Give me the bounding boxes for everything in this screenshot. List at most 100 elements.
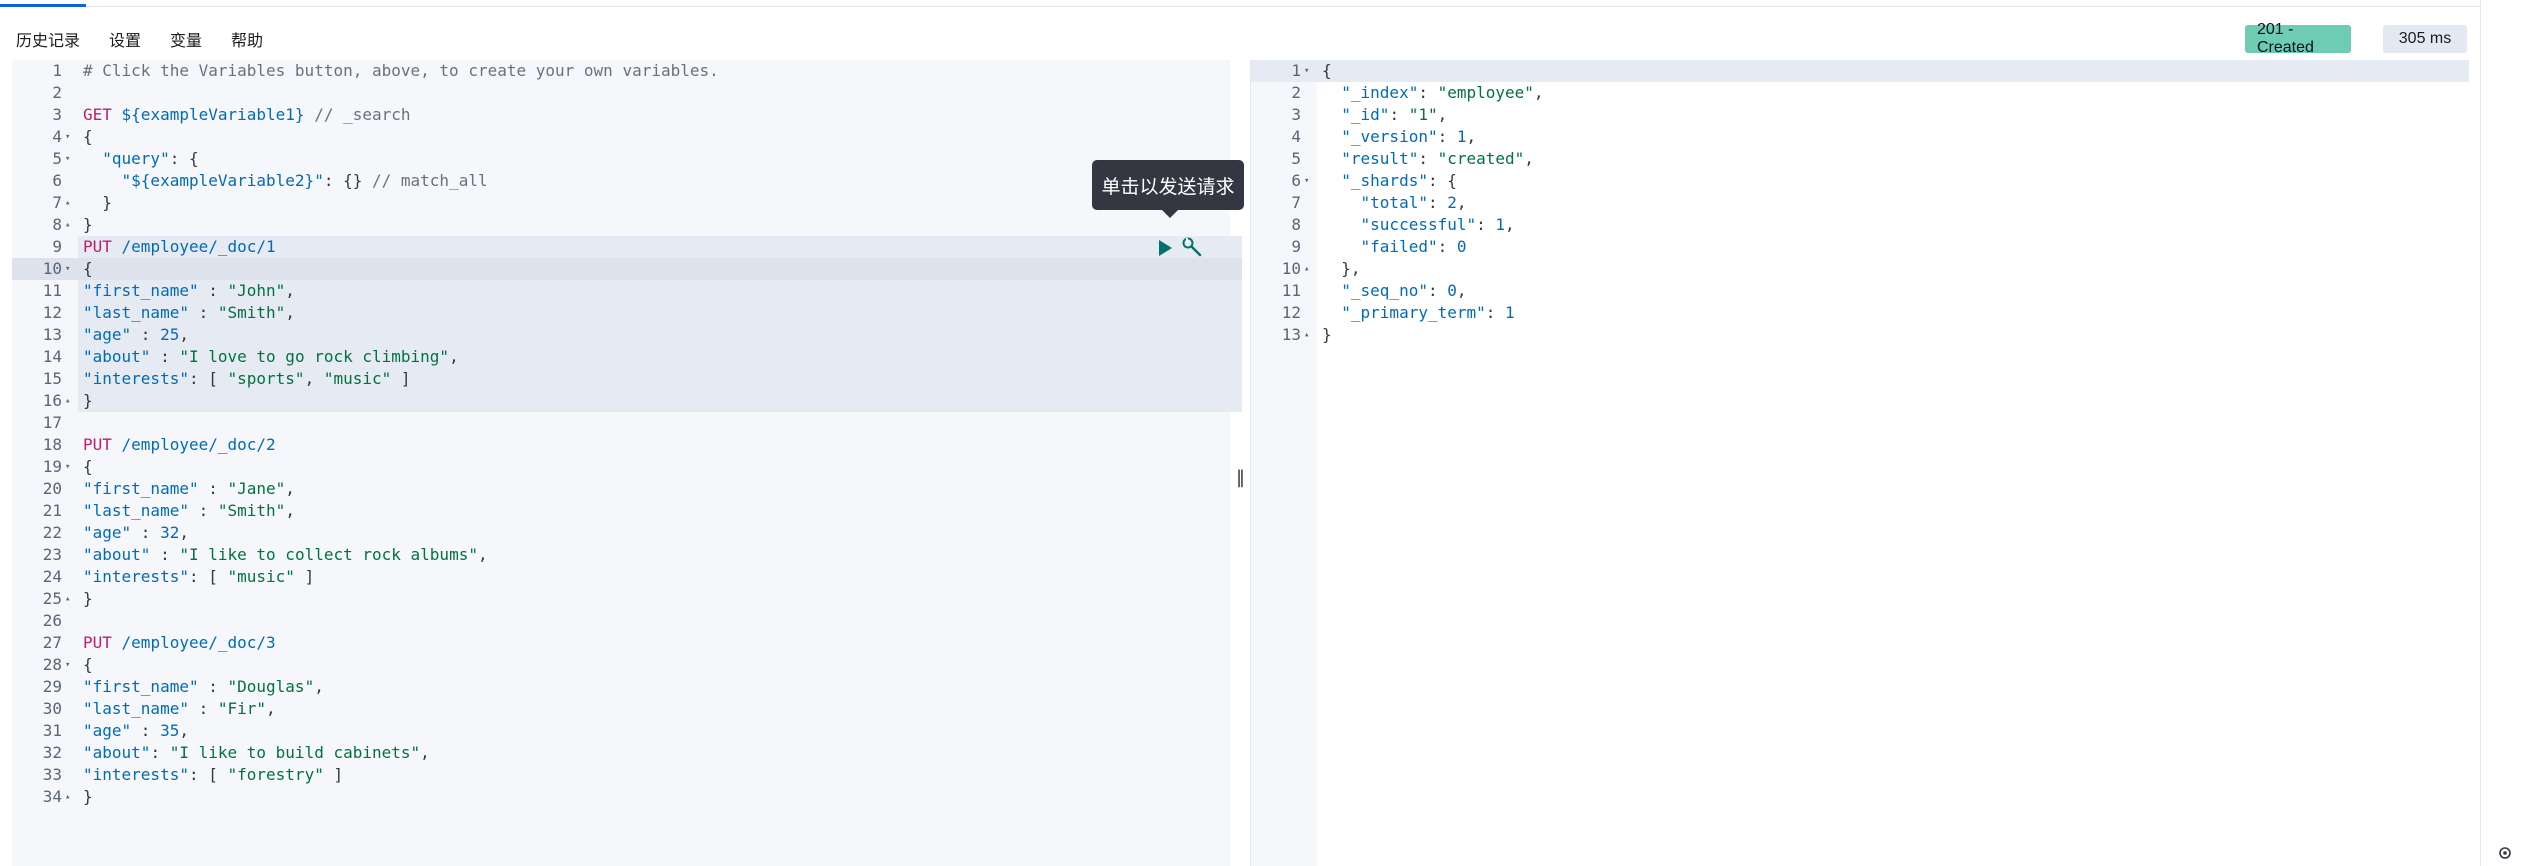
code-line[interactable]: 14 "about" : "I love to go rock climbing"…	[12, 346, 1230, 368]
code-line[interactable]: 15 "interests": [ "sports", "music" ]	[12, 368, 1230, 390]
code-line[interactable]: 3 "_id": "1",	[1251, 104, 2469, 126]
code-line[interactable]: 23 "about" : "I like to collect rock albu…	[12, 544, 1230, 566]
code-token: /employee/_doc/3	[111, 633, 276, 652]
code-line[interactable]: 12 "_primary_term": 1	[1251, 302, 2469, 324]
code-line[interactable]: 13 ▴}	[1251, 324, 2469, 346]
fold-end-icon[interactable]: ▴	[65, 214, 75, 236]
code-line[interactable]: 30 "last_name" : "Fir",	[12, 698, 1230, 720]
fold-collapse-icon[interactable]: ▾	[65, 654, 75, 676]
fold-collapse-icon[interactable]: ▾	[65, 258, 75, 280]
code-line[interactable]: 13 "age" : 25,	[12, 324, 1230, 346]
code-token: {	[1322, 61, 1332, 80]
code-line[interactable]: 21 "last_name" : "Smith",	[12, 500, 1230, 522]
code-line[interactable]: 3 GET ${exampleVariable1} // _search	[12, 104, 1230, 126]
code-line[interactable]: 6 "${exampleVariable2}": {} // match_all	[12, 170, 1230, 192]
code-line[interactable]: 17	[12, 412, 1230, 434]
menu-help[interactable]: 帮助	[231, 27, 263, 51]
code-line[interactable]: 32 "about": "I like to build cabinets",	[12, 742, 1230, 764]
code-line[interactable]: 2 "_index": "employee",	[1251, 82, 2469, 104]
menu-variables[interactable]: 变量	[170, 27, 202, 51]
menu-settings[interactable]: 设置	[109, 27, 141, 51]
code-token: ,	[179, 523, 189, 542]
code-token: "interests"	[83, 567, 189, 586]
response-output[interactable]: 1 ▾ {2 "_index": "employee", 3 "_id": "1", 4…	[1250, 60, 2481, 866]
menu-history[interactable]: 历史记录	[16, 27, 80, 51]
fold-collapse-icon[interactable]: ▾	[65, 126, 75, 148]
code-line[interactable]: 9 "failed": 0	[1251, 236, 2469, 258]
line-number: 17	[42, 413, 62, 432]
code-line[interactable]: 8 ▴}	[12, 214, 1230, 236]
code-line[interactable]: 7 ▴ }	[12, 192, 1230, 214]
code-token: {	[83, 259, 93, 278]
code-line[interactable]: 12 "last_name" : "Smith",	[12, 302, 1230, 324]
code-line[interactable]: 18 PUT /employee/_doc/2	[12, 434, 1230, 456]
fold-collapse-icon[interactable]: ▾	[65, 148, 75, 170]
play-icon[interactable]	[1157, 238, 1173, 258]
code-line[interactable]: 5 ▾ "query": {	[12, 148, 1230, 170]
fold-end-icon[interactable]: ▴	[65, 588, 75, 610]
code-token: "about"	[83, 743, 151, 762]
code-line[interactable]: 9 PUT /employee/_doc/1	[12, 236, 1230, 258]
fold-collapse-icon[interactable]: ▾	[65, 456, 75, 478]
code-token: // match_all	[362, 171, 488, 190]
wrench-icon[interactable]	[1181, 236, 1203, 258]
code-line[interactable]: 25 ▴}	[12, 588, 1230, 610]
code-line[interactable]: 10 ▴ },	[1251, 258, 2469, 280]
code-token: ,	[304, 369, 324, 388]
code-line[interactable]: 29 "first_name" : "Douglas",	[12, 676, 1230, 698]
code-line[interactable]: 1 # Click the Variables button, above, to…	[12, 60, 1230, 82]
fold-end-icon[interactable]: ▴	[1304, 324, 1314, 346]
code-text: "age" : 32,	[83, 522, 189, 544]
code-text: "total": 2,	[1322, 192, 1467, 214]
line-number: 7	[1291, 193, 1301, 212]
code-token: "I like to collect rock albums"	[179, 545, 478, 564]
fold-collapse-icon[interactable]: ▾	[1304, 60, 1314, 82]
code-token: "Jane"	[227, 479, 286, 498]
code-token: {	[83, 127, 93, 146]
code-line[interactable]: 7 "total": 2,	[1251, 192, 2469, 214]
code-line[interactable]: 4 "_version": 1,	[1251, 126, 2469, 148]
code-token: {	[83, 655, 93, 674]
code-line[interactable]: 16 ▴}	[12, 390, 1230, 412]
request-editor[interactable]: 1 # Click the Variables button, above, to…	[12, 60, 1242, 866]
code-line[interactable]: 33 "interests": [ "forestry" ]	[12, 764, 1230, 786]
code-token: }	[83, 193, 112, 212]
code-token: "_id"	[1322, 105, 1390, 124]
code-line[interactable]: 1 ▾ {	[1251, 60, 2469, 82]
code-line[interactable]: 20 "first_name" : "Jane",	[12, 478, 1230, 500]
code-line[interactable]: 19 ▾ {	[12, 456, 1230, 478]
gear-icon[interactable]	[2497, 845, 2513, 861]
line-number: 34	[42, 787, 62, 806]
line-number: 1	[52, 61, 62, 80]
code-text: "last_name" : "Smith",	[83, 500, 295, 522]
code-line[interactable]: 2	[12, 82, 1230, 104]
code-token: :	[150, 347, 180, 366]
code-line[interactable]: 5 "result": "created",	[1251, 148, 2469, 170]
console-menu: 历史记录 设置 变量 帮助	[0, 24, 276, 54]
code-line[interactable]: 28 ▾ {	[12, 654, 1230, 676]
fold-end-icon[interactable]: ▴	[65, 786, 75, 808]
code-line[interactable]: 6 ▾ "_shards": {	[1251, 170, 2469, 192]
code-line[interactable]: 27 PUT /employee/_doc/3	[12, 632, 1230, 654]
code-line[interactable]: 22 "age" : 32,	[12, 522, 1230, 544]
code-line[interactable]: 34 ▴}	[12, 786, 1230, 808]
code-line[interactable]: 11 "_seq_no": 0,	[1251, 280, 2469, 302]
code-token: 1	[1495, 215, 1506, 234]
code-token: "first_name"	[83, 677, 199, 696]
code-token: 35	[160, 721, 180, 740]
code-line[interactable]: 26	[12, 610, 1230, 632]
code-line[interactable]: 11 "first_name" : "John",	[12, 280, 1230, 302]
panel-resize-handle[interactable]: ‖	[1236, 467, 1245, 488]
fold-collapse-icon[interactable]: ▾	[1304, 170, 1314, 192]
code-line[interactable]: 24 "interests": [ "music" ]	[12, 566, 1230, 588]
code-line[interactable]: 8 "successful": 1,	[1251, 214, 2469, 236]
page-scrollbar[interactable]	[2480, 0, 2527, 866]
fold-end-icon[interactable]: ▴	[1304, 258, 1314, 280]
fold-end-icon[interactable]: ▴	[65, 390, 75, 412]
code-line[interactable]: 31 "age" : 35,	[12, 720, 1230, 742]
code-line[interactable]: 10 ▾ {	[12, 258, 1230, 280]
code-line[interactable]: 4 ▾ {	[12, 126, 1230, 148]
line-number: 31	[42, 721, 62, 740]
fold-end-icon[interactable]: ▴	[65, 192, 75, 214]
line-number: 30	[42, 699, 62, 718]
